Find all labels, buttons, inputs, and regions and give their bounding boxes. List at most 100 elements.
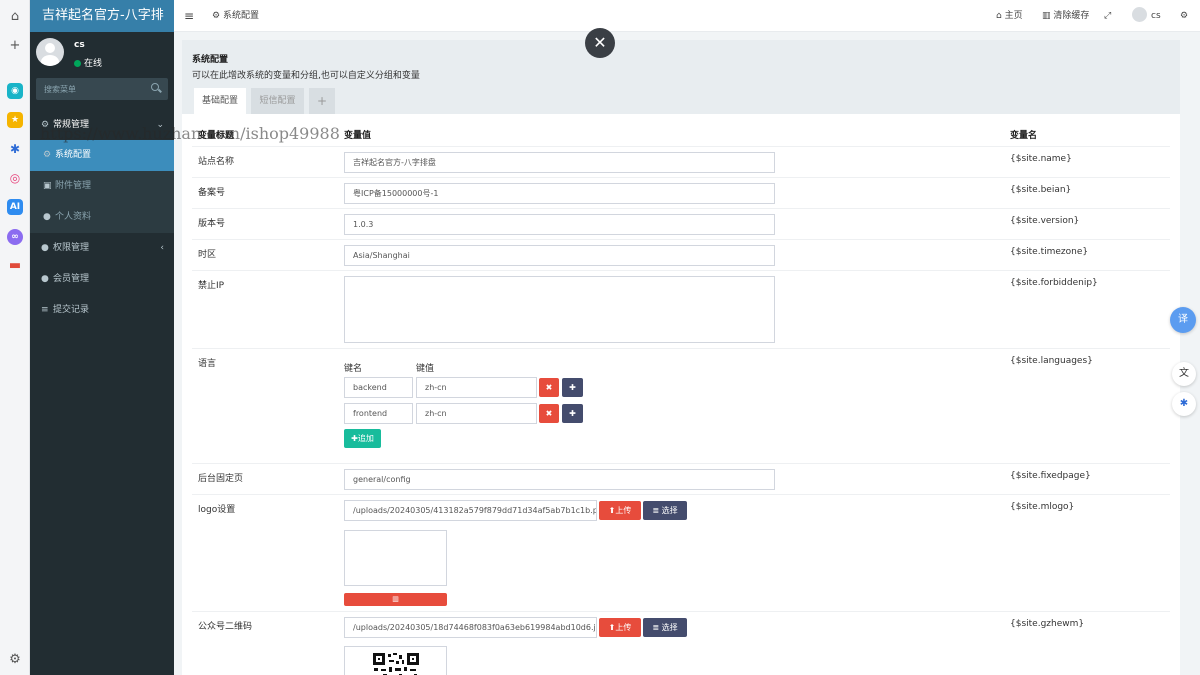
user-icon: ● (41, 274, 49, 284)
language-key-input[interactable]: frontend (344, 403, 413, 424)
tab-sms[interactable]: 短信配置 (251, 88, 304, 114)
var-name: {$site.mlogo} (1010, 502, 1075, 512)
table-row: 备案号 粤ICP备15000000号-1 {$site.beian} (192, 177, 1170, 208)
remove-button[interactable]: ✖ (539, 378, 559, 397)
settings-icon[interactable]: ⚙ (7, 652, 23, 668)
logo-path-input[interactable]: /uploads/20240305/413182a579f879dd71d34a… (344, 500, 597, 521)
page-description: 可以在此增改系统的变量和分组,也可以自定义分组和变量 (192, 71, 420, 81)
app-logo[interactable]: 吉祥起名官方-八字排 (30, 0, 174, 32)
tab-add[interactable]: + (309, 88, 335, 114)
table-row: 公众号二维码 /uploads/20240305/18d74468f083f0a… (192, 611, 1170, 675)
sidebar-item-member[interactable]: ● 会员管理 (30, 264, 174, 295)
forbidden-ip-textarea[interactable] (344, 276, 775, 343)
delete-image-button[interactable]: ▥ (344, 593, 447, 606)
plus-icon[interactable]: + (7, 38, 23, 54)
logo-preview (344, 530, 447, 586)
qrcode-path-input[interactable]: /uploads/20240305/18d74468f083f0a63eb619… (344, 617, 597, 638)
sidebar-menu: ⚙ 常规管理 ⌄ ⚙ 系统配置 ▣ 附件管理 ● 个人资料 ● 权限管理 ‹ ● 会员管理 ≡ 提… (30, 114, 174, 326)
translate-button[interactable]: 译 (1170, 307, 1196, 333)
row-label: 后台固定页 (198, 474, 244, 484)
gamepad-icon[interactable]: ▬ (7, 258, 23, 274)
sidebar-item-config[interactable]: ⚙ 系统配置 (30, 140, 174, 171)
menu-toggle-icon[interactable]: ≡ (184, 0, 194, 32)
drag-handle-icon[interactable]: ✚ (562, 378, 583, 397)
trash-icon: ▥ (1042, 11, 1054, 21)
drag-handle-icon[interactable]: ✚ (562, 404, 583, 423)
row-label: 备案号 (198, 188, 226, 198)
language-key-input[interactable]: backend (344, 377, 413, 398)
watermark-text: https://www.huzhan.com/ishop49988 (40, 124, 340, 143)
sidebar-item-attachment[interactable]: ▣ 附件管理 (30, 171, 174, 202)
avatar (1132, 7, 1147, 22)
star-app-icon[interactable]: ★ (7, 112, 23, 128)
translate-icon[interactable]: 文 (1172, 362, 1196, 386)
upload-button[interactable]: ⬆上传 (599, 501, 641, 520)
key-header: 键名 (344, 364, 363, 374)
col-value-header: 变量值 (344, 131, 372, 141)
fixed-page-input[interactable]: general/config (344, 469, 775, 490)
home-link[interactable]: ⌂ 主页 (996, 0, 1023, 32)
gear-icon: ⚙ (212, 11, 223, 21)
cogs-icon[interactable]: ⚙ (1180, 0, 1188, 32)
row-label: 站点名称 (198, 157, 235, 167)
search-icon[interactable] (151, 83, 159, 91)
timezone-input[interactable]: Asia/Shanghai (344, 245, 775, 266)
var-name: {$site.name} (1010, 154, 1072, 164)
avatar (36, 38, 64, 66)
search-input[interactable] (36, 78, 142, 100)
home-icon: ⌂ (996, 11, 1005, 21)
user-status: 在线 (74, 56, 102, 69)
image-icon: ▣ (43, 181, 52, 191)
app-icon-strip: ⌂ + ◉ ★ ✱ ◎ AI ∞ ▬ ⚙ (0, 0, 30, 675)
qrcode-icon (373, 653, 419, 675)
ai-ring-icon[interactable]: ◎ (7, 170, 23, 186)
var-name: {$site.gzhewm} (1010, 619, 1085, 629)
list-icon: ≡ (41, 305, 49, 315)
table-row: 版本号 1.0.3 {$site.version} (192, 208, 1170, 239)
var-name: {$site.forbiddenip} (1010, 278, 1098, 288)
sidebar-item-auth[interactable]: ● 权限管理 ‹ (30, 233, 174, 264)
row-label: 禁止IP (198, 281, 225, 291)
row-label: 版本号 (198, 219, 226, 229)
scrollbar[interactable] (1193, 40, 1198, 670)
clear-cache-button[interactable]: ▥ 清除缓存 (1042, 0, 1089, 32)
table-row: logo设置 /uploads/20240305/413182a579f879d… (192, 494, 1170, 611)
bot-app-icon[interactable]: ∞ (7, 229, 23, 245)
home-icon[interactable]: ⌂ (7, 9, 23, 25)
row-label: 公众号二维码 (198, 622, 253, 632)
close-button[interactable]: ✕ (585, 28, 615, 58)
list-icon: ≣ (652, 506, 662, 515)
gear-icon: ⚙ (43, 150, 52, 160)
choose-button[interactable]: ≣ 选择 (643, 618, 687, 637)
choose-button[interactable]: ≣ 选择 (643, 501, 687, 520)
sidebar-item-submissions[interactable]: ≡ 提交记录 (30, 295, 174, 326)
tab-basic[interactable]: 基础配置 (194, 88, 246, 114)
col-name-header: 变量名 (1010, 131, 1038, 141)
top-bar: ≡ ⚙ 系统配置 ⌂ 主页 ▥ 清除缓存 ⤢ cs ⚙ (174, 0, 1200, 32)
network-app-icon[interactable]: ✱ (7, 141, 23, 157)
language-value-input[interactable]: zh-cn (416, 403, 537, 424)
language-value-input[interactable]: zh-cn (416, 377, 537, 398)
user-panel: cs 在线 (30, 32, 174, 74)
var-name: {$site.timezone} (1010, 247, 1089, 257)
plus-icon: ✚ (351, 434, 358, 443)
sidebar-item-profile[interactable]: ● 个人资料 (30, 202, 174, 233)
beian-input[interactable]: 粤ICP备15000000号-1 (344, 183, 775, 204)
user-name: cs (74, 40, 85, 50)
upload-button[interactable]: ⬆上传 (599, 618, 641, 637)
site-name-input[interactable]: 吉祥起名官方-八字排盘 (344, 152, 775, 173)
table-row: 后台固定页 general/config {$site.fixedpage} (192, 463, 1170, 494)
append-button[interactable]: ✚追加 (344, 429, 381, 448)
var-name: {$site.fixedpage} (1010, 471, 1091, 481)
user-icon: ● (43, 212, 51, 222)
network-app-icon[interactable]: ✱ (1172, 392, 1196, 416)
fullscreen-icon[interactable]: ⤢ (1104, 0, 1111, 32)
table-row: 时区 Asia/Shanghai {$site.timezone} (192, 239, 1170, 270)
ai-app-icon[interactable]: AI (7, 199, 23, 215)
remove-button[interactable]: ✖ (539, 404, 559, 423)
chat-app-icon[interactable]: ◉ (7, 83, 23, 99)
version-input[interactable]: 1.0.3 (344, 214, 775, 235)
breadcrumb[interactable]: ⚙ 系统配置 (212, 0, 259, 32)
user-menu[interactable]: cs (1132, 0, 1161, 32)
list-icon: ≣ (652, 623, 662, 632)
